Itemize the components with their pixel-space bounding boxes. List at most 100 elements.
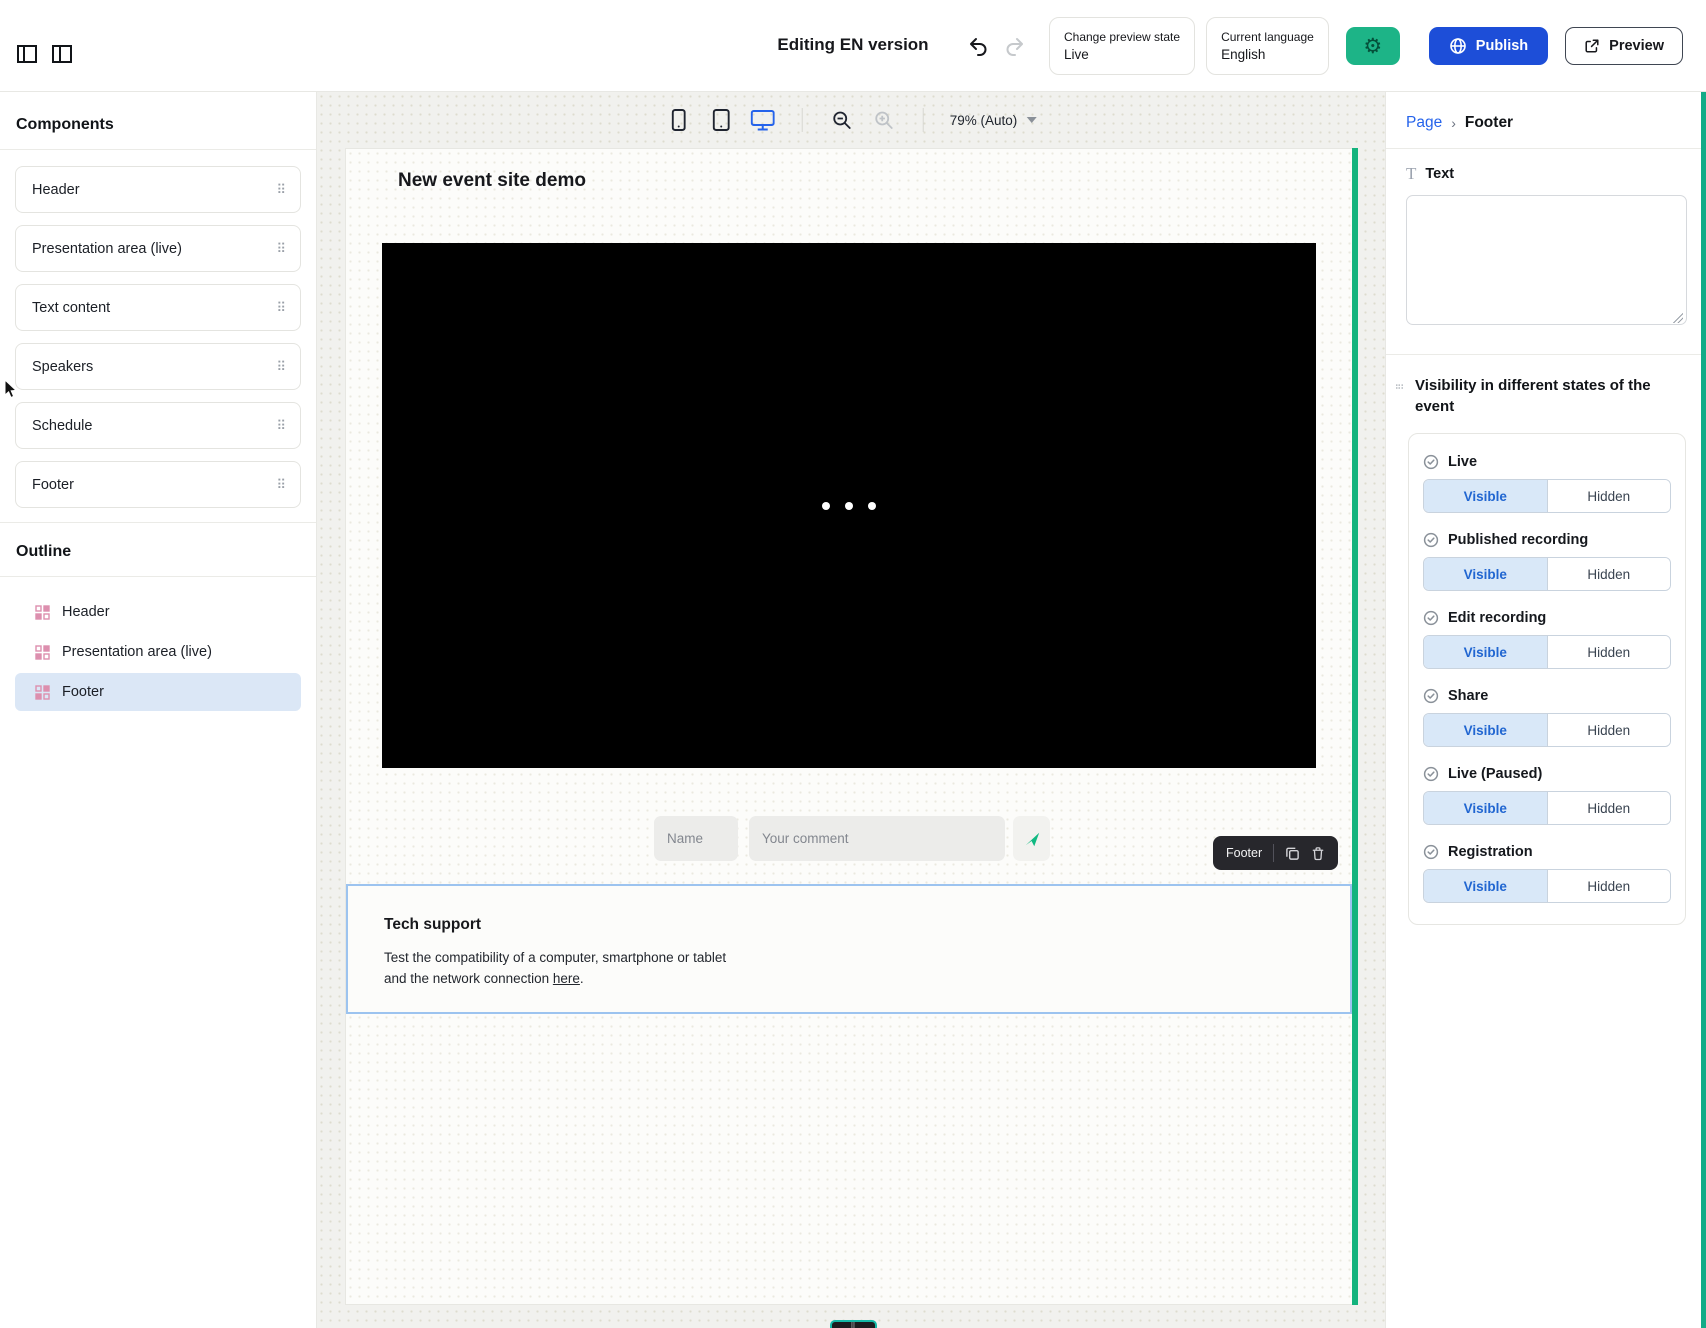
visible-option-selected[interactable]: Visible bbox=[1424, 714, 1547, 746]
bottom-toolbar-peek[interactable]: ⠿ bbox=[830, 1320, 877, 1328]
visibility-toggle: Visible Hidden bbox=[1423, 479, 1671, 513]
hidden-option[interactable]: Hidden bbox=[1547, 558, 1671, 590]
zoom-in-button-disabled[interactable] bbox=[871, 107, 897, 133]
component-label: Schedule bbox=[32, 418, 92, 434]
drag-handle-icon[interactable]: ⠿ bbox=[276, 360, 286, 373]
footer-section-selected[interactable]: Tech support Test the compatibility of a… bbox=[346, 884, 1352, 1014]
visible-option-selected[interactable]: Visible bbox=[1424, 636, 1547, 668]
language-dropdown[interactable]: Current language English bbox=[1206, 17, 1329, 75]
visible-option-selected[interactable]: Visible bbox=[1424, 792, 1547, 824]
preview-button[interactable]: Preview bbox=[1565, 27, 1683, 65]
text-field-header: T Text bbox=[1406, 165, 1686, 182]
tech-support-line1: Test the compatibility of a computer, sm… bbox=[384, 950, 726, 965]
component-card-footer[interactable]: Footer ⠿ bbox=[15, 461, 301, 508]
component-card-schedule[interactable]: Schedule ⠿ bbox=[15, 402, 301, 449]
topbar: Editing EN version Change preview state … bbox=[0, 0, 1706, 92]
zoom-level-dropdown[interactable]: 79% (Auto) bbox=[950, 113, 1037, 128]
toggle-left-panel-button[interactable] bbox=[15, 42, 39, 66]
toolbar-divider bbox=[923, 108, 924, 132]
video-player-area[interactable] bbox=[382, 243, 1316, 768]
globe-icon bbox=[1449, 37, 1467, 55]
state-label: Live bbox=[1448, 454, 1477, 470]
undo-icon bbox=[967, 35, 989, 57]
drag-handle-icon[interactable]: ⠿ bbox=[276, 478, 286, 491]
outline-item-presentation-area[interactable]: Presentation area (live) bbox=[15, 633, 301, 671]
visible-option-selected[interactable]: Visible bbox=[1424, 558, 1547, 590]
visibility-state-edit-recording: Edit recording Visible Hidden bbox=[1423, 610, 1671, 669]
visible-option-selected[interactable]: Visible bbox=[1424, 870, 1547, 902]
settings-button[interactable]: ⚙ bbox=[1346, 27, 1400, 65]
visibility-toggle: Visible Hidden bbox=[1423, 713, 1671, 747]
component-card-text-content[interactable]: Text content ⠿ bbox=[15, 284, 301, 331]
tech-support-text: Test the compatibility of a computer, sm… bbox=[384, 947, 1314, 989]
device-zoom-toolbar: 79% (Auto) bbox=[666, 106, 1037, 134]
redo-button[interactable] bbox=[1002, 33, 1028, 59]
component-card-header[interactable]: Header ⠿ bbox=[15, 166, 301, 213]
outline-item-label: Presentation area (live) bbox=[62, 644, 212, 660]
tag-divider bbox=[1273, 844, 1274, 862]
mobile-view-button[interactable] bbox=[666, 107, 692, 133]
drag-handle-icon[interactable]: ⠿ bbox=[276, 419, 286, 432]
blocks-icon bbox=[35, 685, 50, 700]
drag-handle-icon[interactable]: ⠿ bbox=[276, 183, 286, 196]
publish-label: Publish bbox=[1476, 38, 1528, 54]
breadcrumb-page-link[interactable]: Page bbox=[1406, 114, 1442, 132]
hidden-option[interactable]: Hidden bbox=[1547, 480, 1671, 512]
phone-icon bbox=[672, 109, 686, 131]
visible-option-selected[interactable]: Visible bbox=[1424, 480, 1547, 512]
breadcrumb-current: Footer bbox=[1465, 114, 1513, 132]
site-title: New event site demo bbox=[398, 170, 586, 192]
duplicate-section-button[interactable] bbox=[1285, 846, 1300, 861]
components-list: Header ⠿ Presentation area (live) ⠿ Text… bbox=[0, 150, 316, 522]
desktop-view-button-active[interactable] bbox=[750, 107, 776, 133]
canvas-edge-guide[interactable] bbox=[1352, 148, 1358, 1305]
components-heading: Components bbox=[0, 92, 316, 149]
comment-text-input[interactable]: Your comment bbox=[749, 816, 1005, 861]
publish-button[interactable]: Publish bbox=[1429, 27, 1548, 65]
outline-item-header[interactable]: Header bbox=[15, 593, 301, 631]
zoom-level-value: 79% (Auto) bbox=[950, 113, 1018, 128]
component-label: Presentation area (live) bbox=[32, 241, 182, 257]
outline-item-footer-selected[interactable]: Footer bbox=[15, 673, 301, 711]
check-circle-icon bbox=[1423, 766, 1439, 782]
drag-handle-icon[interactable]: ⠿ bbox=[276, 301, 286, 314]
tech-support-link[interactable]: here bbox=[553, 971, 580, 986]
visibility-toggle: Visible Hidden bbox=[1423, 869, 1671, 903]
editor-canvas: 79% (Auto) New event site demo Name Your… bbox=[317, 92, 1385, 1328]
section-drag-handle-icon[interactable]: ⠿ bbox=[1392, 383, 1403, 390]
selection-tag-label: Footer bbox=[1226, 846, 1262, 860]
tablet-icon bbox=[712, 109, 729, 131]
component-card-presentation-area[interactable]: Presentation area (live) ⠿ bbox=[15, 225, 301, 272]
tablet-view-button[interactable] bbox=[708, 107, 734, 133]
drag-handle-icon[interactable]: ⠿ bbox=[276, 242, 286, 255]
selection-tag: Footer bbox=[1213, 836, 1338, 870]
text-icon: T bbox=[1406, 165, 1416, 182]
preview-state-label: Change preview state bbox=[1064, 30, 1180, 44]
inspector-panel: Page › Footer T Text ⠿ Visibility in dif… bbox=[1385, 92, 1706, 1328]
delete-section-button[interactable] bbox=[1311, 846, 1325, 861]
component-card-speakers[interactable]: Speakers ⠿ bbox=[15, 343, 301, 390]
visibility-state-share: Share Visible Hidden bbox=[1423, 688, 1671, 747]
hidden-option[interactable]: Hidden bbox=[1547, 870, 1671, 902]
preview-state-dropdown[interactable]: Change preview state Live bbox=[1049, 17, 1195, 75]
right-edge-accent-strip bbox=[1701, 92, 1706, 1328]
blocks-icon bbox=[35, 645, 50, 660]
send-comment-button[interactable] bbox=[1013, 816, 1050, 861]
site-header-section[interactable]: New event site demo bbox=[346, 149, 1352, 213]
loading-dot bbox=[822, 502, 830, 510]
hidden-option[interactable]: Hidden bbox=[1547, 714, 1671, 746]
comment-name-input[interactable]: Name bbox=[654, 816, 738, 861]
event-site-editor: Editing EN version Change preview state … bbox=[0, 0, 1706, 1328]
blocks-icon bbox=[35, 605, 50, 620]
outline-item-label: Header bbox=[62, 604, 110, 620]
hidden-option[interactable]: Hidden bbox=[1547, 792, 1671, 824]
component-label: Footer bbox=[32, 477, 74, 493]
hidden-option[interactable]: Hidden bbox=[1547, 636, 1671, 668]
toggle-right-panel-button[interactable] bbox=[50, 42, 74, 66]
zoom-out-button[interactable] bbox=[829, 107, 855, 133]
text-area-wrap bbox=[1406, 195, 1686, 330]
undo-button[interactable] bbox=[965, 33, 991, 59]
footer-text-input[interactable] bbox=[1406, 195, 1687, 325]
outline-item-label: Footer bbox=[62, 684, 104, 700]
state-label: Live (Paused) bbox=[1448, 766, 1542, 782]
